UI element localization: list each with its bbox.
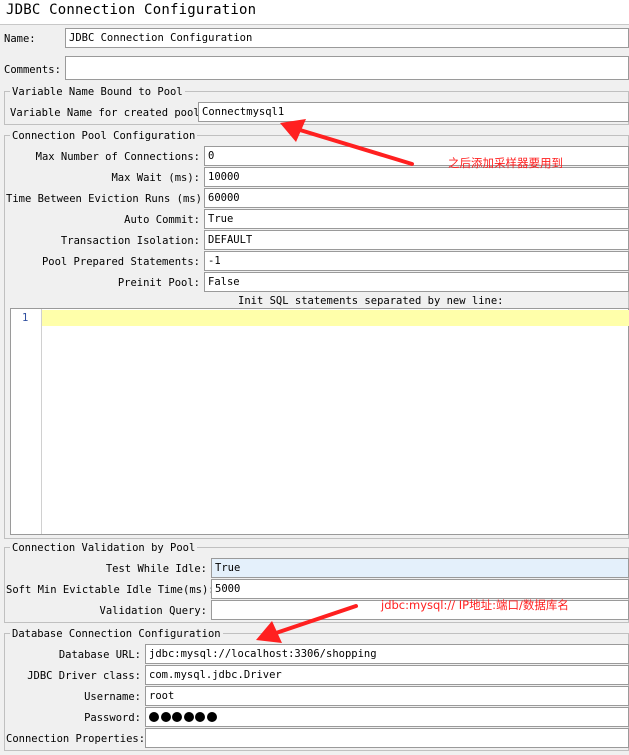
annotation-pool-note: 之后添加采样器要用到 bbox=[448, 156, 563, 170]
arrow-to-database-url bbox=[256, 604, 358, 643]
annotation-url-note: jdbc:mysql:// IP地址:端口/数据库名 bbox=[381, 598, 569, 612]
annotation-arrows bbox=[256, 119, 414, 643]
arrow-to-variable-name bbox=[280, 119, 414, 166]
